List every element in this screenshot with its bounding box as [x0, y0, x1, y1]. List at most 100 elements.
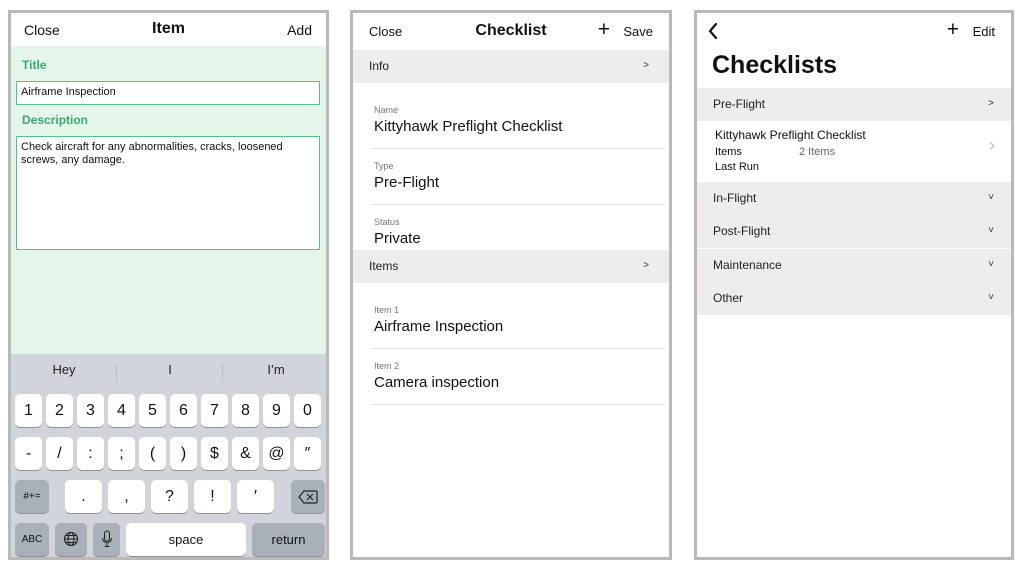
add-button[interactable]: Add [287, 22, 312, 38]
section-label: Post-Flight [713, 224, 771, 238]
key-semicolon[interactable]: ; [108, 437, 135, 470]
checklist-nav-bar: Close Checklist + Save [353, 13, 669, 49]
item-screen: Close Item Add Title Airframe Inspection… [8, 10, 329, 560]
chevron-down-icon: ˅ [988, 225, 994, 236]
key-slash[interactable]: / [46, 437, 73, 470]
key-symbols-shift[interactable]: #+= [15, 480, 49, 513]
backspace-icon [298, 490, 318, 504]
key-3[interactable]: 3 [77, 394, 104, 427]
section-label: Maintenance [713, 258, 782, 272]
key-dollar[interactable]: $ [201, 437, 228, 470]
section-maintenance[interactable]: Maintenance ˅ [697, 249, 1011, 282]
key-5[interactable]: 5 [139, 394, 166, 427]
key-7[interactable]: 7 [201, 394, 228, 427]
item-row[interactable]: Item 2 Camera inspection [371, 350, 665, 405]
section-label: Other [713, 291, 744, 305]
key-quote[interactable]: ″ [294, 437, 321, 470]
key-at[interactable]: @ [263, 437, 290, 470]
info-section-header[interactable]: Info > [353, 50, 669, 83]
key-1[interactable]: 1 [15, 394, 42, 427]
key-open-paren[interactable]: ( [139, 437, 166, 470]
status-value: Private [374, 230, 421, 247]
section-label: Pre-Flight [713, 97, 766, 111]
key-9[interactable]: 9 [263, 394, 290, 427]
key-close-paren[interactable]: ) [170, 437, 197, 470]
globe-icon [63, 531, 79, 547]
chevron-down-icon: ˅ [988, 292, 994, 303]
key-colon[interactable]: : [77, 437, 104, 470]
page-title: Checklist [475, 22, 547, 39]
type-value: Pre-Flight [374, 174, 440, 191]
items-section-label: Items [369, 259, 399, 273]
info-section-label: Info [369, 59, 390, 73]
disclosure-icon: › [989, 135, 995, 155]
key-space[interactable]: space [126, 523, 246, 556]
description-textarea[interactable]: Check aircraft for any abnormalities, cr… [16, 136, 320, 250]
key-4[interactable]: 4 [108, 394, 135, 427]
items-section-header[interactable]: Items > [353, 250, 669, 283]
checklists-header: + Edit Checklists [697, 13, 1011, 87]
key-hyphen[interactable]: - [15, 437, 42, 470]
checklist-row[interactable]: Kittyhawk Preflight Checklist Items 2 It… [697, 121, 1011, 182]
page-title: Item [152, 20, 185, 37]
add-icon[interactable]: + [947, 18, 959, 42]
item-value: Camera inspection [374, 374, 500, 391]
item-label: Item 1 [374, 305, 400, 315]
section-label: In-Flight [713, 191, 757, 205]
suggestion-2[interactable]: I [117, 362, 223, 377]
key-6[interactable]: 6 [170, 394, 197, 427]
suggestion-3[interactable]: I’m [223, 362, 326, 377]
key-question[interactable]: ? [151, 480, 188, 513]
checklist-title: Kittyhawk Preflight Checklist [715, 128, 866, 142]
item-form: Title Airframe Inspection Description Ch… [11, 46, 326, 354]
key-ampersand[interactable]: & [232, 437, 259, 470]
key-period[interactable]: . [65, 480, 102, 513]
type-label: Type [374, 161, 394, 171]
edit-button[interactable]: Edit [973, 24, 995, 39]
title-label: Title [22, 58, 47, 72]
key-backspace[interactable] [291, 480, 325, 513]
description-label: Description [22, 113, 89, 127]
item-nav-bar: Close Item Add [11, 13, 326, 46]
last-run-label: Last Run [715, 161, 760, 173]
chevron-right-icon: > [643, 60, 649, 71]
checklist-screen: Close Checklist + Save Info > Name Kitty… [350, 10, 672, 560]
key-globe[interactable] [55, 523, 87, 556]
section-pre-flight[interactable]: Pre-Flight > [697, 88, 1011, 121]
section-in-flight[interactable]: In-Flight ˅ [697, 182, 1011, 215]
name-field[interactable]: Name Kittyhawk Preflight Checklist [371, 94, 665, 149]
suggestion-1[interactable]: Hey [11, 362, 117, 377]
key-apostrophe[interactable]: ′ [237, 480, 274, 513]
key-comma[interactable]: , [108, 480, 145, 513]
key-abc[interactable]: ABC [15, 523, 49, 556]
keyboard: Hey I I’m 1 2 3 4 5 6 7 8 9 0 - / : ; ( … [11, 354, 326, 557]
chevron-down-icon: ˅ [988, 192, 994, 203]
chevron-right-icon: > [643, 260, 649, 271]
items-count: 2 Items [799, 146, 836, 158]
chevron-right-icon: > [988, 98, 994, 109]
key-dictation[interactable] [93, 523, 120, 556]
back-chevron-icon[interactable] [707, 22, 719, 40]
title-input[interactable]: Airframe Inspection [16, 81, 320, 105]
item-label: Item 2 [374, 361, 400, 371]
chevron-down-icon: ˅ [988, 259, 994, 270]
key-exclamation[interactable]: ! [194, 480, 231, 513]
key-return[interactable]: return [252, 523, 325, 556]
item-value: Airframe Inspection [374, 318, 504, 335]
add-icon[interactable]: + [598, 18, 610, 42]
items-label: Items [715, 146, 742, 158]
save-button[interactable]: Save [623, 24, 653, 39]
key-2[interactable]: 2 [46, 394, 73, 427]
key-0[interactable]: 0 [294, 394, 321, 427]
type-field[interactable]: Type Pre-Flight [371, 150, 665, 205]
microphone-icon [101, 530, 112, 548]
section-other[interactable]: Other ˅ [697, 282, 1011, 315]
item-row[interactable]: Item 1 Airframe Inspection [371, 294, 665, 349]
section-post-flight[interactable]: Post-Flight ˅ [697, 215, 1011, 248]
status-label: Status [374, 217, 400, 227]
checklists-screen: + Edit Checklists Pre-Flight > Kittyhawk… [694, 10, 1014, 560]
name-value: Kittyhawk Preflight Checklist [374, 118, 563, 135]
name-label: Name [374, 105, 399, 115]
page-title: Checklists [712, 51, 838, 79]
key-8[interactable]: 8 [232, 394, 259, 427]
